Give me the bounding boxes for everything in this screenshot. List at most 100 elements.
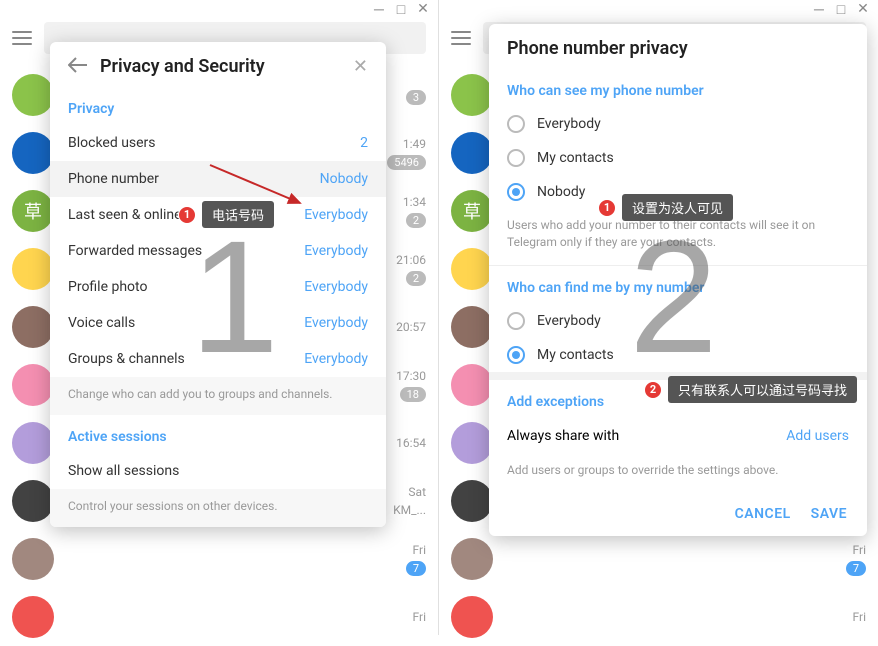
chat-time: 21:06: [396, 253, 426, 267]
chat-time: Fri: [413, 543, 426, 557]
setting-label: Phone number: [68, 171, 159, 187]
show-all-sessions-row[interactable]: Show all sessions: [50, 453, 386, 489]
chat-row[interactable]: Fri: [0, 588, 438, 646]
right-panel: ─ □ ✕ 31:495496草1:34221:06220:5717:30181…: [439, 0, 878, 635]
unread-badge: 2: [406, 213, 426, 228]
sessions-help-text: Control your sessions on other devices.: [50, 489, 386, 527]
radio-mycontacts-see[interactable]: My contacts: [489, 141, 867, 175]
radio-icon: [507, 149, 525, 167]
avatar: [451, 422, 493, 464]
privacy-security-modal: Privacy and Security ✕ Privacy Blocked u…: [50, 42, 386, 527]
setting-label: Last seen & online: [68, 207, 182, 223]
unread-badge: 7: [846, 561, 866, 576]
chat-time: Fri: [413, 610, 426, 624]
setting-value: Everybody: [304, 351, 368, 367]
avatar: [12, 596, 54, 638]
avatar: [451, 596, 493, 638]
setting-label: Blocked users: [68, 135, 156, 151]
setting-value: Everybody: [304, 243, 368, 259]
chat-time: Fri: [853, 543, 866, 557]
chat-subtext: KM_...: [393, 503, 426, 517]
cancel-button[interactable]: CANCEL: [735, 506, 791, 522]
avatar: [451, 74, 493, 116]
left-panel: ─ □ ✕ 31:495496草1:34221:06220:5717:30181…: [0, 0, 439, 635]
setting-value: Nobody: [320, 171, 368, 187]
avatar: [12, 306, 54, 348]
chat-time: 20:57: [396, 320, 426, 334]
setting-value: Everybody: [304, 315, 368, 331]
chat-time: 17:30: [396, 369, 426, 383]
phone-number-row[interactable]: Phone number Nobody: [50, 161, 386, 197]
radio-icon: [507, 183, 525, 201]
always-share-label: Always share with: [507, 428, 619, 444]
avatar: [12, 364, 54, 406]
unread-badge: 18: [400, 387, 426, 402]
radio-icon: [507, 115, 525, 133]
avatar: [451, 364, 493, 406]
avatar: [12, 538, 54, 580]
annotation-1: 1 电话号码: [178, 201, 274, 228]
radio-mycontacts-find[interactable]: My contacts: [489, 338, 867, 372]
phone-privacy-modal: Phone number privacy Who can see my phon…: [489, 24, 867, 536]
forwarded-messages-row[interactable]: Forwarded messages Everybody: [50, 233, 386, 269]
active-sessions-label: Active sessions: [50, 415, 386, 453]
always-share-row[interactable]: Always share with Add users: [489, 418, 867, 454]
setting-label: Profile photo: [68, 279, 147, 295]
annotation-tooltip: 电话号码: [202, 201, 274, 228]
groups-channels-row[interactable]: Groups & channels Everybody: [50, 341, 386, 377]
annotation-badge: 1: [178, 206, 196, 224]
avatar: [12, 480, 54, 522]
exceptions-hint: Add users or groups to override the sett…: [489, 454, 867, 493]
avatar: [451, 306, 493, 348]
radio-label: My contacts: [537, 150, 614, 166]
menu-icon[interactable]: [12, 31, 32, 45]
annotation-tooltip: 只有联系人可以通过号码寻找: [668, 376, 857, 403]
avatar: 草: [12, 190, 54, 232]
modal-title: Phone number privacy: [507, 38, 849, 59]
setting-value: 2: [360, 135, 368, 151]
unread-badge: 2: [406, 271, 426, 286]
avatar: [451, 248, 493, 290]
unread-badge: 3: [406, 90, 426, 105]
close-icon[interactable]: ✕: [353, 56, 368, 77]
setting-label: Show all sessions: [68, 463, 179, 479]
annotation-1-right: 1 设置为没人可见: [598, 194, 733, 221]
who-can-find-label: Who can find me by my number: [489, 266, 867, 304]
radio-label: My contacts: [537, 347, 614, 363]
who-can-see-label: Who can see my phone number: [489, 69, 867, 107]
chat-row[interactable]: Fri 7: [0, 530, 438, 588]
unread-badge: 7: [406, 561, 426, 576]
add-users-link[interactable]: Add users: [786, 428, 849, 444]
menu-icon[interactable]: [451, 31, 471, 45]
back-arrow-icon[interactable]: [68, 57, 88, 77]
voice-calls-row[interactable]: Voice calls Everybody: [50, 305, 386, 341]
unread-badge: 5496: [387, 155, 426, 170]
setting-label: Forwarded messages: [68, 243, 202, 259]
save-button[interactable]: SAVE: [811, 506, 847, 522]
radio-icon: [507, 312, 525, 330]
avatar: [451, 132, 493, 174]
chat-time: Fri: [853, 610, 866, 624]
chat-time: Sat: [408, 485, 426, 499]
annotation-tooltip: 设置为没人可见: [622, 194, 733, 221]
avatar: [12, 248, 54, 290]
annotation-badge: 1: [598, 199, 616, 217]
chat-time: 1:34: [403, 195, 426, 209]
avatar: [12, 74, 54, 116]
avatar: 草: [451, 190, 493, 232]
avatar: [12, 132, 54, 174]
radio-everybody-find[interactable]: Everybody: [489, 304, 867, 338]
chat-row[interactable]: Fri: [439, 588, 878, 646]
avatar: [451, 538, 493, 580]
chat-row[interactable]: Fri 7: [439, 530, 878, 588]
blocked-users-row[interactable]: Blocked users 2: [50, 125, 386, 161]
radio-label: Everybody: [537, 116, 601, 132]
setting-label: Groups & channels: [68, 351, 185, 367]
avatar: [12, 422, 54, 464]
groups-help-text: Change who can add you to groups and cha…: [50, 377, 386, 415]
profile-photo-row[interactable]: Profile photo Everybody: [50, 269, 386, 305]
chat-time: 1:49: [403, 137, 426, 151]
chat-time: 16:54: [396, 436, 426, 450]
radio-everybody-see[interactable]: Everybody: [489, 107, 867, 141]
modal-title: Privacy and Security: [100, 56, 341, 77]
